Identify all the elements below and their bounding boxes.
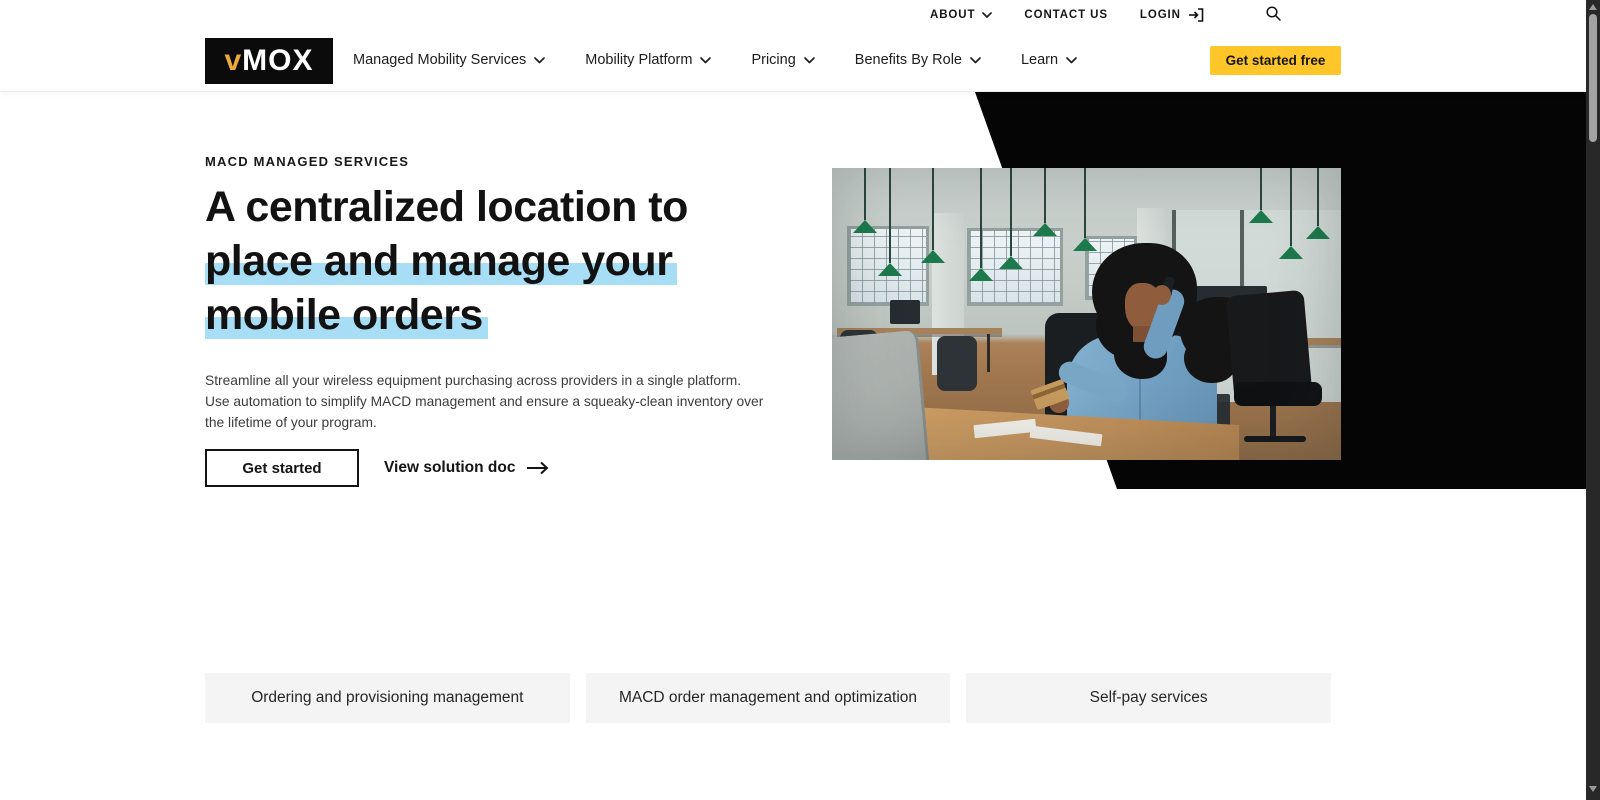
arrow-right-icon: [526, 461, 550, 475]
scrollbar[interactable]: [1586, 0, 1600, 800]
logo-letters-mox: MOX: [242, 44, 314, 77]
login-icon: [1188, 8, 1204, 22]
nav-label: Learn: [1020, 52, 1059, 68]
service-tabs: Ordering and provisioning management MAC…: [205, 673, 1331, 723]
utility-nav: ABOUT CONTACT US LOGIN: [930, 4, 1204, 26]
topbar-login-label: LOGIN: [1139, 9, 1181, 21]
topbar-item-login[interactable]: LOGIN: [1140, 8, 1204, 22]
tab-macd-order-management[interactable]: MACD order management and optimization: [585, 673, 951, 723]
topbar-about-label: ABOUT: [930, 9, 976, 21]
scrollbar-thumb[interactable]: [1589, 14, 1597, 142]
vmox-logo[interactable]: vMOX: [205, 38, 333, 84]
chevron-down-icon: [982, 12, 993, 18]
nav-item-mobility-platform[interactable]: Mobility Platform: [585, 52, 712, 68]
nav-item-pricing[interactable]: Pricing: [751, 52, 815, 68]
photo-vignette: [832, 168, 1341, 460]
nav-label: Managed Mobility Services: [353, 52, 527, 68]
headline-line-2-highlighted: place and manage your: [205, 234, 845, 288]
vmox-logo-text: vMOX: [224, 46, 313, 76]
search-icon: [1265, 5, 1282, 22]
hero-cta-row: Get started View solution doc: [205, 449, 550, 487]
chevron-down-icon: [1066, 56, 1077, 64]
tab-ordering-provisioning[interactable]: Ordering and provisioning management: [205, 673, 570, 723]
topbar-contact-label: CONTACT US: [1024, 9, 1108, 21]
chevron-down-icon: [534, 56, 546, 64]
topbar-item-contact-us[interactable]: CONTACT US: [1024, 9, 1108, 21]
nav-label: Pricing: [751, 52, 796, 68]
hero-paragraph: Streamline all your wireless equipment p…: [205, 373, 764, 430]
logo-letter-v: v: [224, 44, 243, 77]
scrollbar-up-arrow[interactable]: [1589, 4, 1597, 10]
tab-self-pay-services[interactable]: Self-pay services: [966, 673, 1331, 723]
get-started-button[interactable]: Get started: [205, 449, 359, 487]
hero-photo-office-scene: [832, 168, 1341, 460]
nav-label: Benefits By Role: [854, 52, 962, 68]
topbar-item-about[interactable]: ABOUT: [930, 9, 993, 21]
chevron-down-icon: [700, 56, 712, 64]
headline-line-1: A centralized location to: [205, 183, 688, 231]
chevron-down-icon: [803, 56, 815, 64]
view-solution-doc-label: View solution doc: [384, 459, 516, 476]
view-solution-doc-link[interactable]: View solution doc: [384, 459, 550, 477]
hero-eyebrow: MACD MANAGED SERVICES: [205, 154, 410, 169]
search-button[interactable]: [1265, 5, 1282, 25]
hero-headline: A centralized location to place and mana…: [205, 180, 845, 342]
nav-item-managed-mobility-services[interactable]: Managed Mobility Services: [353, 52, 546, 68]
nav-label: Mobility Platform: [585, 52, 693, 68]
main-nav: Managed Mobility Services Mobility Platf…: [353, 35, 1077, 85]
chevron-down-icon: [970, 56, 981, 64]
site-header: ABOUT CONTACT US LOGIN vMOX Managed Mobi…: [0, 0, 1586, 92]
nav-item-learn[interactable]: Learn: [1021, 52, 1077, 68]
scrollbar-down-arrow[interactable]: [1589, 786, 1597, 792]
get-started-free-button[interactable]: Get started free: [1210, 46, 1341, 75]
nav-item-benefits-by-role[interactable]: Benefits By Role: [855, 52, 981, 68]
headline-line-3-highlighted: mobile orders: [205, 288, 845, 342]
